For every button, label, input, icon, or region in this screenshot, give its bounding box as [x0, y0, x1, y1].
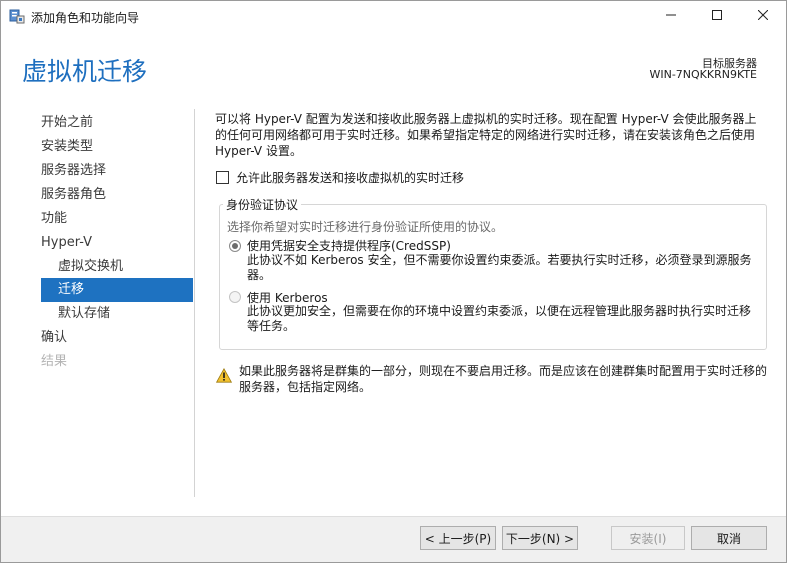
page-title: 虚拟机迁移	[22, 57, 148, 86]
next-button[interactable]: 下一步(N) >	[502, 526, 578, 550]
nav-item-migration[interactable]: 迁移	[41, 278, 193, 302]
maximize-icon	[712, 9, 722, 23]
nav-item-installation-type[interactable]: 安装类型	[41, 135, 93, 159]
previous-button[interactable]: < 上一步(P)	[420, 526, 496, 550]
cancel-button[interactable]: 取消	[691, 526, 767, 550]
credssp-option-label[interactable]: 使用凭据安全支持提供程序(CredSSP)	[247, 237, 451, 254]
allow-live-migration-checkbox[interactable]	[216, 171, 229, 184]
sidebar-divider	[194, 109, 195, 497]
title-bar: 添加角色和功能向导	[1, 1, 786, 31]
window-title: 添加角色和功能向导	[31, 11, 140, 25]
install-button: 安装(I)	[611, 526, 685, 550]
kerberos-radio[interactable]	[229, 291, 241, 303]
cluster-warning-text: 如果此服务器将是群集的一部分，则现在不要启用迁移。而是应该在创建群集时配置用于实…	[239, 364, 768, 394]
allow-live-migration-row[interactable]: 允许此服务器发送和接收虚拟机的实时迁移	[216, 169, 464, 186]
nav-item-before-you-begin[interactable]: 开始之前	[41, 111, 93, 135]
auth-protocol-legend: 身份验证协议	[223, 196, 302, 213]
wizard-window: 添加角色和功能向导 虚拟机迁移 目标服务器 WIN-7NQKKRN9KTE 开始…	[0, 0, 787, 563]
nav-item-server-selection[interactable]: 服务器选择	[41, 159, 106, 183]
nav-item-results: 结果	[41, 354, 68, 369]
maximize-button[interactable]	[694, 1, 740, 31]
nav-item-server-roles[interactable]: 服务器角色	[41, 183, 106, 207]
minimize-button[interactable]	[648, 1, 694, 31]
close-button[interactable]	[740, 1, 786, 31]
allow-live-migration-label[interactable]: 允许此服务器发送和接收虚拟机的实时迁移	[236, 169, 464, 186]
nav-item-features[interactable]: 功能	[41, 207, 67, 231]
minimize-icon	[666, 9, 676, 23]
server-manager-icon	[9, 8, 25, 24]
destination-server-value: WIN-7NQKKRN9KTE	[649, 68, 757, 81]
auth-protocol-hint: 选择你希望对实时迁移进行身份验证所使用的协议。	[227, 220, 504, 234]
nav-item-hyper-v[interactable]: Hyper-V	[41, 231, 92, 255]
credssp-option-description: 此协议不如 Kerberos 安全，但不需要你设置约束委派。若要执行实时迁移，必…	[247, 253, 752, 282]
nav-item-default-stores[interactable]: 默认存储	[58, 302, 110, 326]
credssp-radio[interactable]	[229, 240, 241, 252]
warning-icon	[215, 367, 233, 383]
kerberos-option-description: 此协议更加安全，但需要在你的环境中设置约束委派，以便在远程管理此服务器时执行实时…	[247, 304, 752, 333]
nav-item-virtual-switches[interactable]: 虚拟交换机	[58, 255, 123, 279]
nav-item-confirmation[interactable]: 确认	[41, 326, 67, 350]
close-icon	[757, 9, 769, 23]
intro-text: 可以将 Hyper-V 配置为发送和接收此服务器上虚拟机的实时迁移。现在配置 H…	[215, 112, 757, 158]
